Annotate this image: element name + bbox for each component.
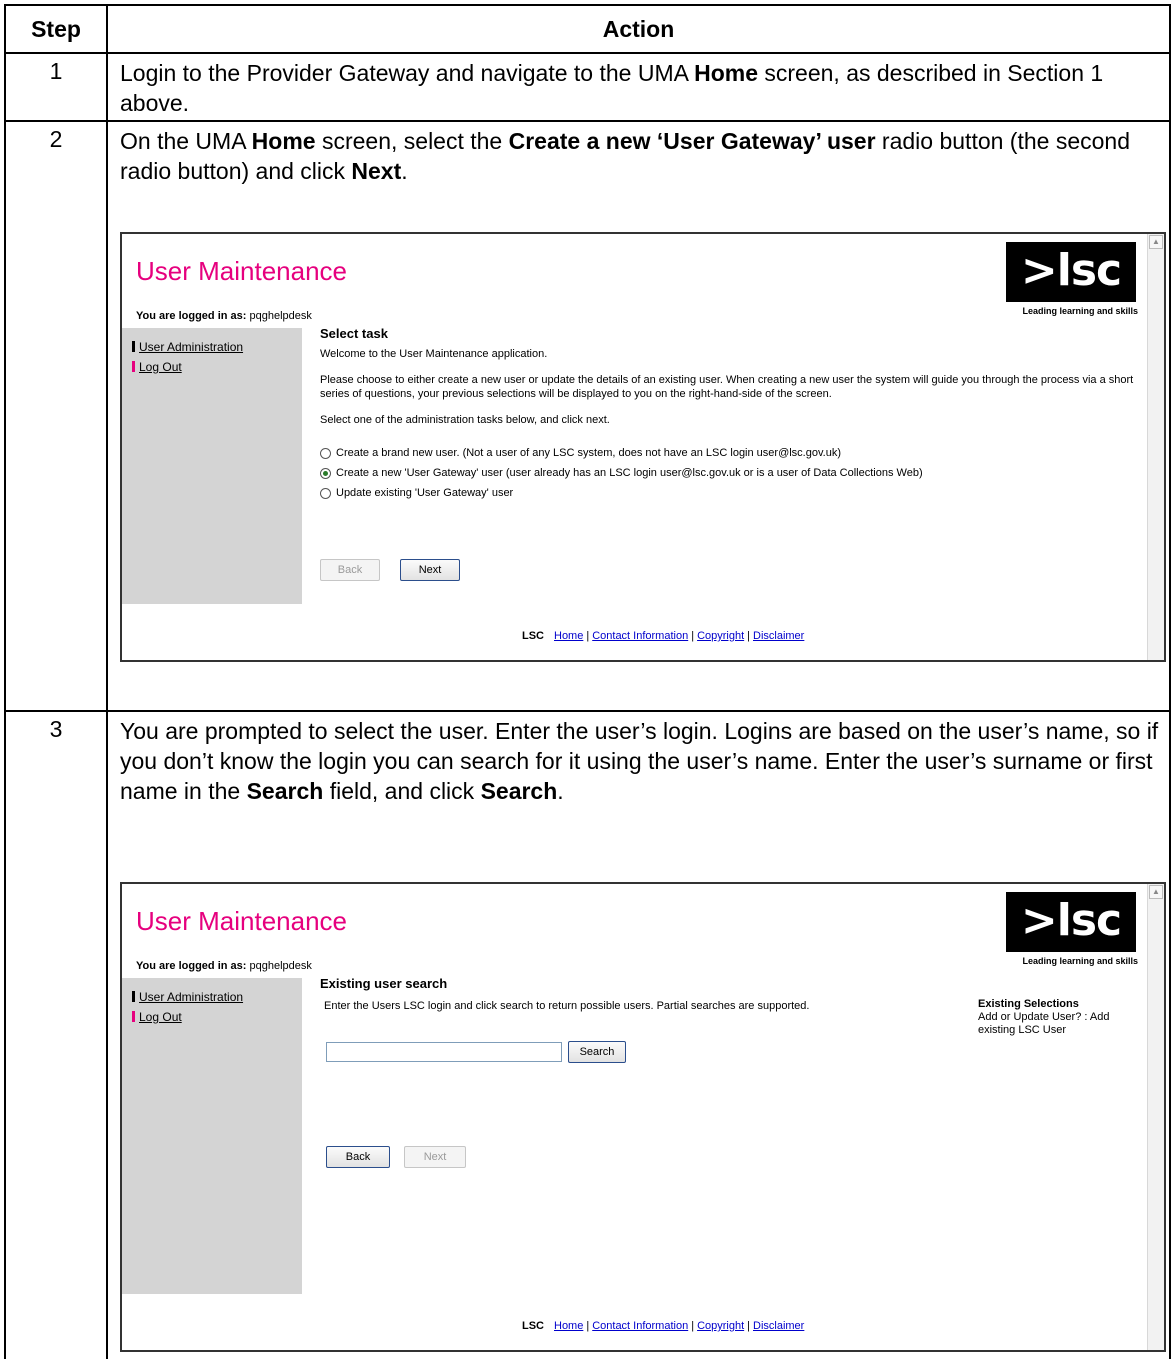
header-action: Action	[602, 16, 675, 42]
search-input[interactable]	[326, 1042, 562, 1062]
footer-contact-link[interactable]: Contact Information	[592, 630, 688, 642]
row-divider	[6, 710, 1169, 712]
step-number-1: 1	[49, 58, 63, 84]
sidebar-item-log-out[interactable]: Log Out	[132, 1010, 182, 1024]
nav-marker	[132, 361, 135, 372]
footer-contact-link[interactable]: Contact Information	[592, 1320, 688, 1332]
existing-selections-title: Existing Selections	[978, 998, 1079, 1010]
scroll-up-icon[interactable]: ▲	[1149, 885, 1163, 899]
select-prompt: Select one of the administration tasks b…	[320, 414, 610, 426]
app-title: User Maintenance	[136, 906, 347, 936]
sidebar-item-log-out[interactable]: Log Out	[132, 360, 182, 374]
column-divider	[106, 6, 108, 1359]
existing-selections: Existing Selections Add or Update User? …	[978, 998, 1128, 1037]
instructions-text: Please choose to either create a new use…	[320, 374, 1134, 400]
lsc-logo: >lsc	[1006, 242, 1136, 302]
back-button[interactable]: Back	[326, 1146, 390, 1168]
sidebar-item-user-administration[interactable]: User Administration	[132, 340, 243, 354]
footer-disclaimer-link[interactable]: Disclaimer	[753, 1320, 804, 1332]
sidebar: User Administration Log Out	[122, 978, 302, 1294]
header-step: Step	[31, 16, 81, 42]
search-button[interactable]: Search	[568, 1041, 626, 1063]
scrollbar[interactable]: ▲	[1147, 234, 1164, 660]
next-button[interactable]: Next	[404, 1146, 466, 1168]
radio-option-brand-new-user[interactable]: Create a brand new user. (Not a user of …	[320, 447, 1140, 459]
nav-marker	[132, 991, 135, 1002]
section-title: Select task	[320, 326, 388, 341]
footer-links: LSC Home | Contact Information | Copyright | Di…	[522, 630, 805, 642]
step-2-text: On the UMA Home screen, select the Creat…	[120, 128, 1130, 184]
instruction-table: Step Action 1 Login to the Provider Gate…	[4, 4, 1171, 1359]
radio-button-selected[interactable]	[320, 467, 331, 479]
sidebar-item-user-administration[interactable]: User Administration	[132, 990, 243, 1004]
step-number-3: 3	[49, 716, 63, 742]
footer-links: LSC Home | Contact Information | Copyright | Di…	[522, 1320, 805, 1332]
scrollbar[interactable]: ▲	[1147, 884, 1164, 1350]
logged-in-as: You are logged in as: pqghelpdesk	[136, 960, 312, 972]
main-content: Existing user search Enter the Users LSC…	[320, 976, 940, 1013]
footer-home-link[interactable]: Home	[554, 630, 583, 642]
back-button[interactable]: Back	[320, 559, 380, 581]
step-3-text: You are prompted to select the user. Ent…	[120, 718, 1159, 804]
logo-tagline: Leading learning and skills	[1022, 306, 1138, 316]
nav-marker	[132, 1011, 135, 1022]
screenshot-select-task: ▲ User Maintenance >lsc Leading learning…	[120, 232, 1166, 662]
footer-home-link[interactable]: Home	[554, 1320, 583, 1332]
row-divider	[6, 120, 1169, 122]
footer-disclaimer-link[interactable]: Disclaimer	[753, 630, 804, 642]
radio-button[interactable]	[320, 447, 331, 459]
lsc-logo: >lsc	[1006, 892, 1136, 952]
logged-in-as: You are logged in as: pqghelpdesk	[136, 310, 312, 322]
step-1-text: Login to the Provider Gateway and naviga…	[120, 60, 1104, 116]
radio-option-new-gateway-user[interactable]: Create a new 'User Gateway' user (user a…	[320, 467, 1140, 479]
welcome-text: Welcome to the User Maintenance applicat…	[320, 348, 548, 360]
radio-option-update-existing[interactable]: Update existing 'User Gateway' user	[320, 487, 1140, 499]
app-title: User Maintenance	[136, 256, 347, 286]
section-title: Existing user search	[320, 976, 448, 991]
instructions-text: Enter the Users LSC login and click sear…	[324, 1000, 810, 1012]
next-button[interactable]: Next	[400, 559, 460, 581]
row-divider	[6, 52, 1169, 54]
existing-selections-text: Add or Update User? : Add existing LSC U…	[978, 1011, 1110, 1036]
footer-copyright-link[interactable]: Copyright	[697, 630, 744, 642]
screenshot-existing-user-search: ▲ User Maintenance >lsc Leading learning…	[120, 882, 1166, 1352]
scroll-up-icon[interactable]: ▲	[1149, 235, 1163, 249]
radio-button[interactable]	[320, 487, 331, 499]
step-number-2: 2	[49, 126, 63, 152]
footer-copyright-link[interactable]: Copyright	[697, 1320, 744, 1332]
nav-marker	[132, 341, 135, 352]
logo-tagline: Leading learning and skills	[1022, 956, 1138, 966]
sidebar: User Administration Log Out	[122, 328, 302, 604]
main-content: Select task Welcome to the User Maintena…	[320, 326, 1140, 499]
